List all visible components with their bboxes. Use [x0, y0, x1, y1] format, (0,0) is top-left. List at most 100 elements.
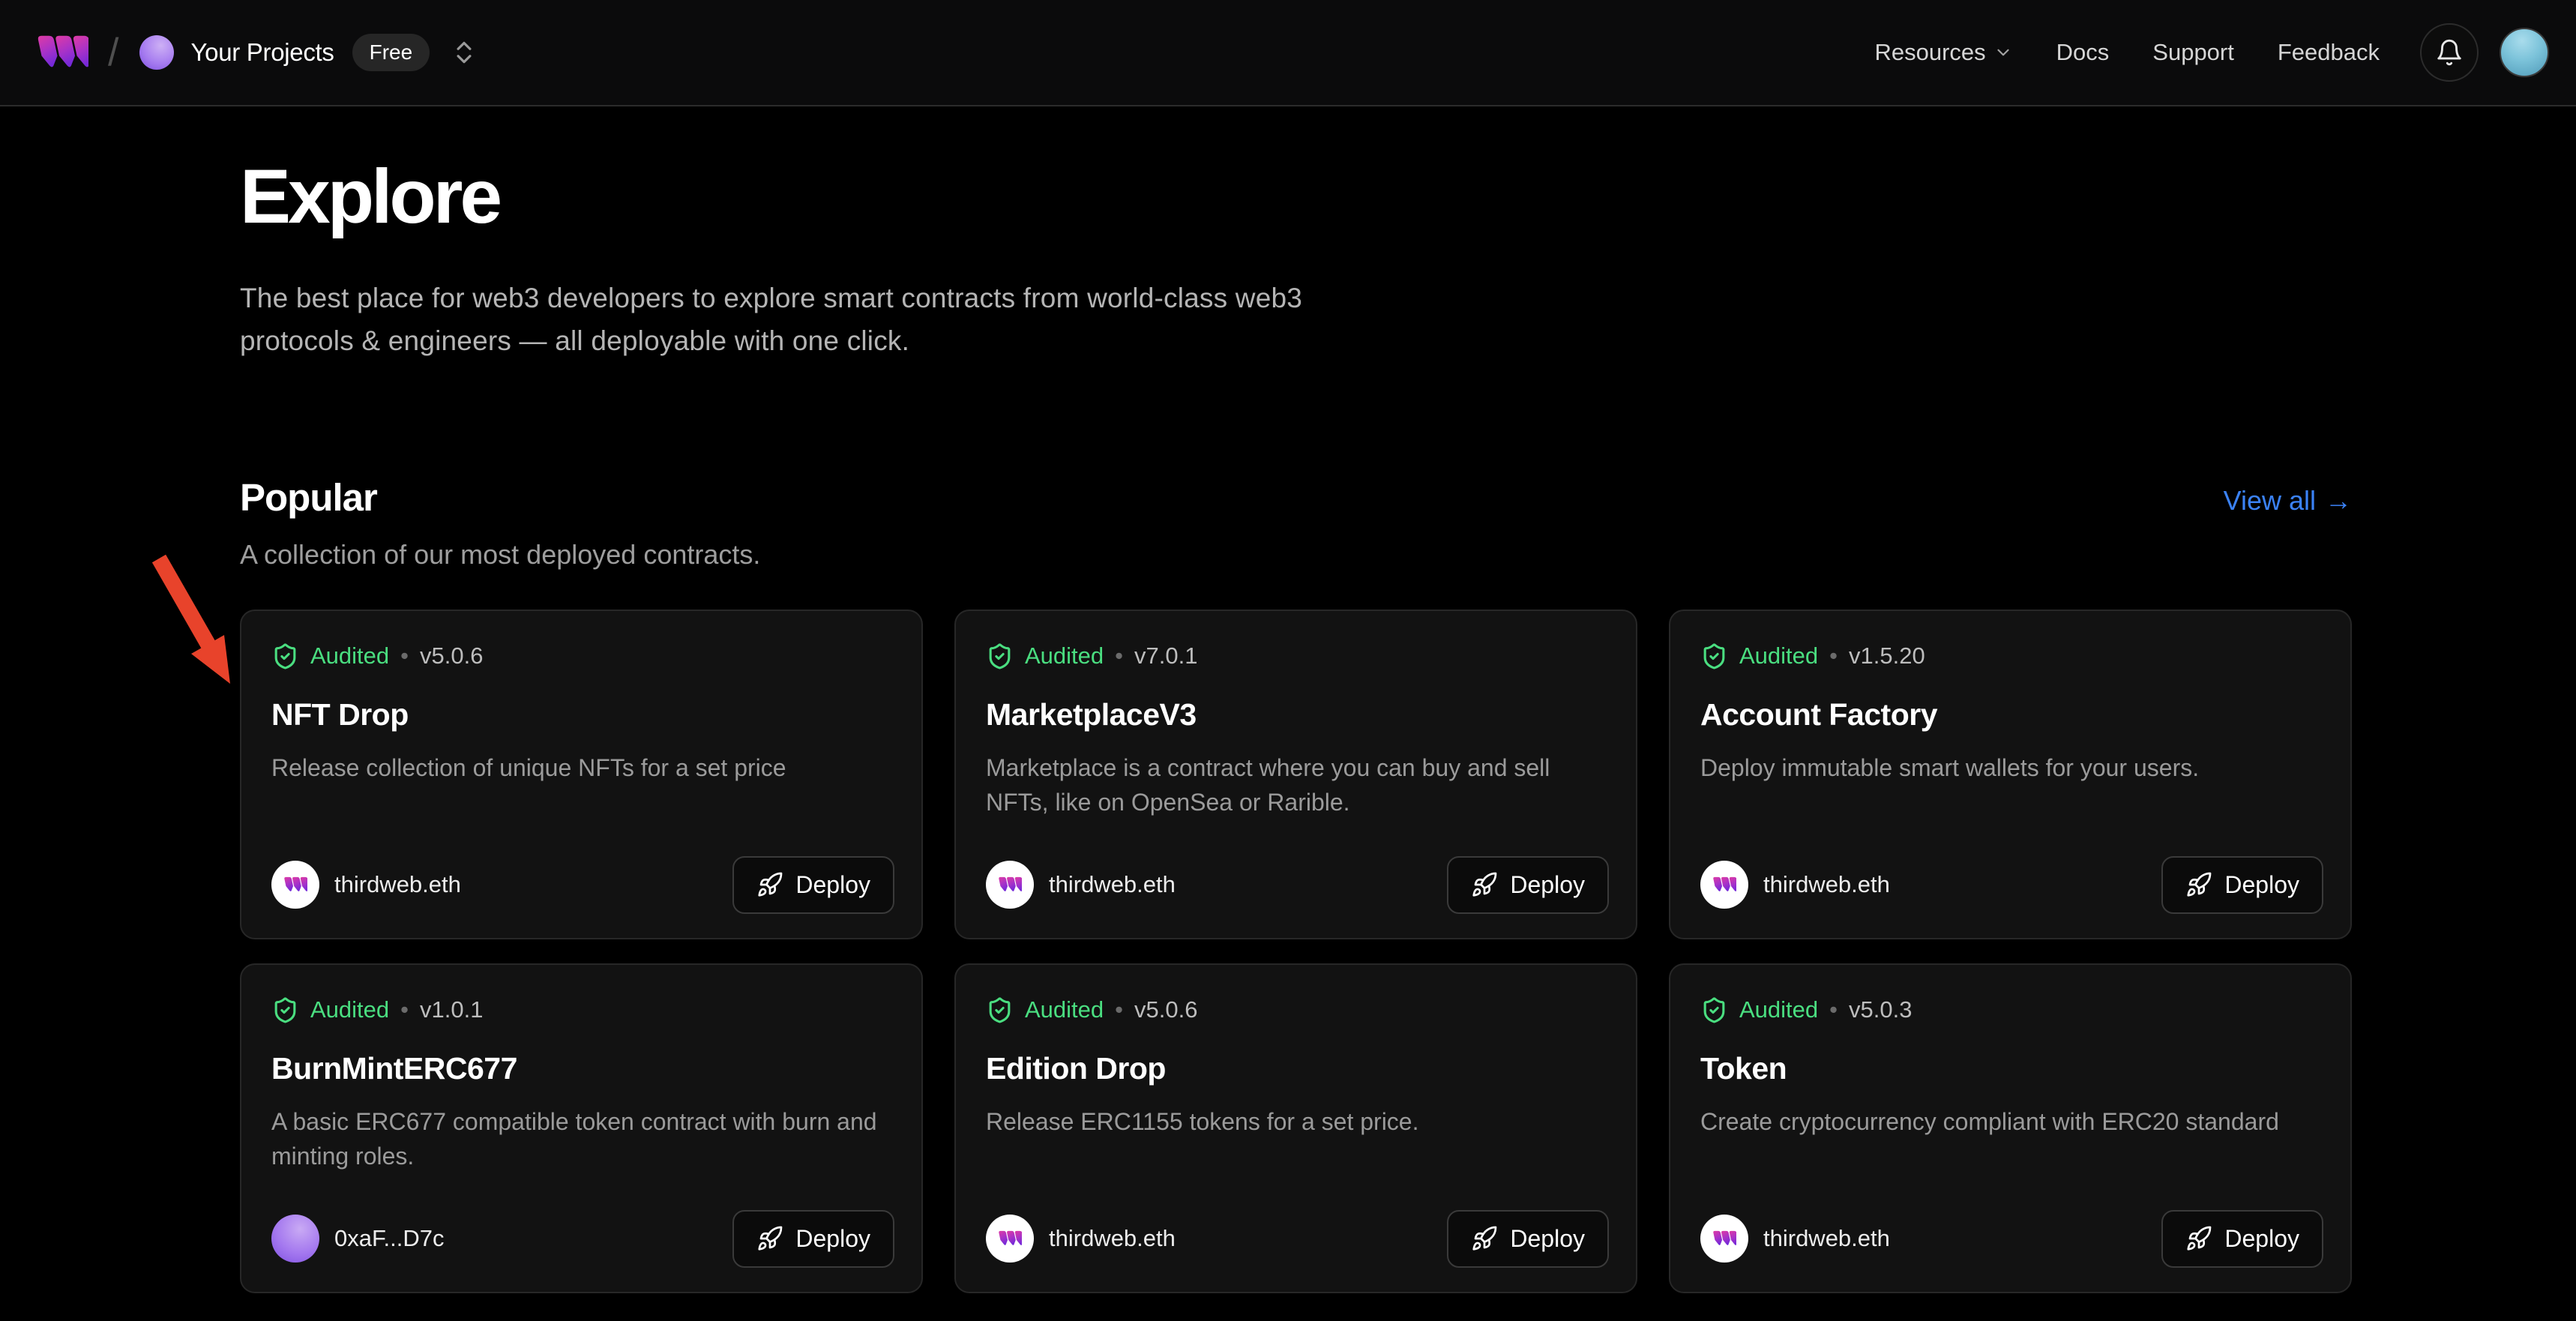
- project-switcher-button[interactable]: [448, 33, 481, 72]
- version-label: v5.0.6: [420, 643, 483, 669]
- view-all-label: View all: [2224, 485, 2316, 517]
- contract-title: Account Factory: [1700, 697, 2320, 732]
- plan-badge: Free: [352, 34, 430, 71]
- audited-badge: Audited: [310, 643, 389, 669]
- audited-badge: Audited: [1025, 643, 1104, 669]
- rocket-icon: [1471, 1225, 1498, 1252]
- card-footer: thirdweb.eth Deploy: [271, 856, 894, 914]
- contract-card-token[interactable]: Audited • v5.0.3 Token Create cryptocurr…: [1669, 963, 2352, 1293]
- publisher[interactable]: 0xaF...D7c: [271, 1215, 444, 1263]
- deploy-label: Deploy: [795, 871, 870, 899]
- rocket-icon: [756, 1225, 783, 1252]
- shield-check-icon: [1700, 643, 1728, 670]
- nav-docs[interactable]: Docs: [2056, 39, 2110, 66]
- version-label: v1.5.20: [1849, 643, 1925, 669]
- rocket-icon: [756, 871, 783, 898]
- deploy-label: Deploy: [2224, 1225, 2299, 1253]
- contract-title: MarketplaceV3: [986, 697, 1606, 732]
- contract-card-account-factory[interactable]: Audited • v1.5.20 Account Factory Deploy…: [1669, 610, 2352, 939]
- publisher-name: thirdweb.eth: [1763, 1225, 1890, 1252]
- shield-check-icon: [986, 643, 1014, 670]
- publisher-avatar: [1700, 861, 1748, 909]
- rocket-icon: [2185, 871, 2212, 898]
- nav-resources-label: Resources: [1874, 39, 1985, 66]
- card-footer: thirdweb.eth Deploy: [1700, 1210, 2323, 1268]
- nav-resources[interactable]: Resources: [1874, 39, 2012, 66]
- publisher[interactable]: thirdweb.eth: [271, 861, 461, 909]
- contract-card-marketplacev3[interactable]: Audited • v7.0.1 MarketplaceV3 Marketpla…: [954, 610, 1637, 939]
- publisher-name: thirdweb.eth: [334, 871, 461, 898]
- notifications-button[interactable]: [2420, 23, 2479, 82]
- deploy-button[interactable]: Deploy: [2161, 1210, 2323, 1268]
- publisher-name: thirdweb.eth: [1049, 1225, 1176, 1252]
- shield-check-icon: [986, 996, 1014, 1024]
- deploy-button[interactable]: Deploy: [1447, 856, 1609, 914]
- contract-description: Release collection of unique NFTs for a …: [271, 750, 879, 785]
- shield-check-icon: [271, 643, 299, 670]
- contract-description: Marketplace is a contract where you can …: [986, 750, 1593, 820]
- project-avatar[interactable]: [139, 35, 174, 70]
- card-meta: Audited • v5.0.6: [986, 996, 1606, 1024]
- version-label: v1.0.1: [420, 996, 483, 1023]
- arrow-right-icon: →: [2325, 485, 2352, 517]
- publisher[interactable]: thirdweb.eth: [986, 861, 1176, 909]
- meta-dot: •: [400, 996, 409, 1023]
- header-left-cluster: / Your Projects Free: [36, 25, 481, 80]
- publisher[interactable]: thirdweb.eth: [1700, 1215, 1890, 1263]
- deploy-label: Deploy: [795, 1225, 870, 1253]
- deploy-button[interactable]: Deploy: [2161, 856, 2323, 914]
- publisher-avatar: [271, 1215, 319, 1263]
- contract-card-burnminterc677[interactable]: Audited • v1.0.1 BurnMintERC677 A basic …: [240, 963, 923, 1293]
- project-name[interactable]: Your Projects: [190, 38, 334, 67]
- shield-check-icon: [271, 996, 299, 1024]
- contract-card-edition-drop[interactable]: Audited • v5.0.6 Edition Drop Release ER…: [954, 963, 1637, 1293]
- deploy-label: Deploy: [1510, 871, 1585, 899]
- card-footer: thirdweb.eth Deploy: [986, 856, 1609, 914]
- card-footer: thirdweb.eth Deploy: [986, 1210, 1609, 1268]
- contract-description: Release ERC1155 tokens for a set price.: [986, 1104, 1593, 1139]
- shield-check-icon: [1700, 996, 1728, 1024]
- version-label: v5.0.3: [1849, 996, 1912, 1023]
- contracts-grid: Audited • v5.0.6 NFT Drop Release collec…: [240, 610, 2352, 1293]
- deploy-button[interactable]: Deploy: [732, 1210, 894, 1268]
- meta-dot: •: [1115, 643, 1123, 669]
- card-meta: Audited • v5.0.6: [271, 643, 891, 670]
- nav-support[interactable]: Support: [2152, 39, 2234, 66]
- explore-page: Explore The best place for web3 develope…: [0, 153, 2352, 1293]
- page-title: Explore: [240, 153, 2352, 241]
- card-footer: thirdweb.eth Deploy: [1700, 856, 2323, 914]
- deploy-button[interactable]: Deploy: [1447, 1210, 1609, 1268]
- chevron-down-icon: [1993, 43, 2013, 62]
- thirdweb-logo-icon: [36, 25, 88, 80]
- publisher-avatar: [986, 1215, 1034, 1263]
- user-avatar[interactable]: [2500, 28, 2549, 77]
- meta-dot: •: [400, 643, 409, 669]
- thirdweb-mini-logo-icon: [998, 1226, 1022, 1251]
- view-all-link[interactable]: View all →: [2224, 485, 2352, 517]
- nav-feedback[interactable]: Feedback: [2278, 39, 2380, 66]
- contract-card-nft-drop[interactable]: Audited • v5.0.6 NFT Drop Release collec…: [240, 610, 923, 939]
- meta-dot: •: [1829, 996, 1838, 1023]
- publisher[interactable]: thirdweb.eth: [986, 1215, 1176, 1263]
- card-meta: Audited • v1.5.20: [1700, 643, 2320, 670]
- audited-badge: Audited: [1739, 643, 1818, 669]
- publisher-name: thirdweb.eth: [1763, 871, 1890, 898]
- audited-badge: Audited: [1739, 996, 1818, 1023]
- card-footer: 0xaF...D7c Deploy: [271, 1210, 894, 1268]
- contract-description: Create cryptocurrency compliant with ERC…: [1700, 1104, 2308, 1139]
- chevrons-up-down-icon: [450, 36, 478, 69]
- publisher-name: thirdweb.eth: [1049, 871, 1176, 898]
- thirdweb-mini-logo-icon: [1712, 1226, 1736, 1251]
- publisher-name: 0xaF...D7c: [334, 1225, 444, 1252]
- header-nav: Resources Docs Support Feedback: [1831, 23, 2549, 82]
- deploy-label: Deploy: [1510, 1225, 1585, 1253]
- deploy-button[interactable]: Deploy: [732, 856, 894, 914]
- version-label: v5.0.6: [1134, 996, 1197, 1023]
- breadcrumb-separator: /: [108, 30, 118, 75]
- contract-description: A basic ERC677 compatible token contract…: [271, 1104, 879, 1174]
- rocket-icon: [2185, 1225, 2212, 1252]
- thirdweb-logo[interactable]: [36, 25, 88, 80]
- contract-title: NFT Drop: [271, 697, 891, 732]
- publisher[interactable]: thirdweb.eth: [1700, 861, 1890, 909]
- audited-badge: Audited: [310, 996, 389, 1023]
